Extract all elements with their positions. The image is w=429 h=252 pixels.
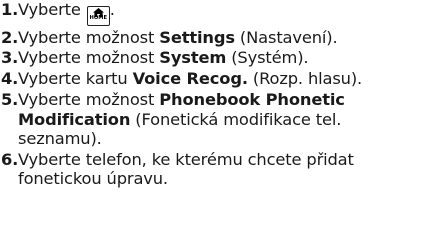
step-2: 2. Vyberte možnost Settings (Nastavení). bbox=[0, 28, 423, 47]
step-number: 3. bbox=[1, 48, 19, 68]
step-4: 4. Vyberte kartu Voice Recog. (Rozp. hlas… bbox=[0, 69, 423, 88]
instruction-steps: 1. Vyberte HOME . 2. Vyberte možnost Setti… bbox=[0, 0, 429, 189]
step-highlight: System bbox=[159, 48, 227, 68]
step-text: Vyberte kartu bbox=[18, 69, 133, 89]
step-highlight: Settings bbox=[159, 27, 235, 47]
step-1: 1. Vyberte HOME . bbox=[0, 0, 423, 26]
step-5: 5. Vyberte možnost Phonebook Phonetic Mod… bbox=[0, 90, 423, 148]
step-text: Vyberte možnost bbox=[18, 90, 160, 110]
step-text: Vyberte telefon, ke kterému chcete přida… bbox=[18, 149, 354, 189]
step-number: 4. bbox=[1, 69, 19, 89]
step-text-end: (Rozp. hlasu). bbox=[247, 69, 363, 89]
step-3: 3. Vyberte možnost System (Systém). bbox=[0, 48, 423, 67]
step-text: Vyberte možnost bbox=[18, 27, 160, 47]
step-text-end: . bbox=[109, 0, 115, 19]
step-text: Vyberte bbox=[18, 0, 81, 19]
step-number: 2. bbox=[1, 27, 19, 47]
step-text-end: (Systém). bbox=[226, 48, 309, 68]
step-highlight: Voice Recog. bbox=[132, 69, 248, 89]
step-number: 1. bbox=[1, 0, 19, 19]
step-text: Vyberte možnost bbox=[18, 48, 160, 68]
home-icon-label: HOME bbox=[89, 15, 107, 21]
home-icon: HOME bbox=[86, 6, 110, 26]
step-text-end: (Nastavení). bbox=[234, 27, 338, 47]
step-number: 6. bbox=[1, 149, 19, 169]
step-6: 6. Vyberte telefon, ke kterému chcete při… bbox=[0, 150, 423, 189]
step-number: 5. bbox=[1, 90, 19, 110]
